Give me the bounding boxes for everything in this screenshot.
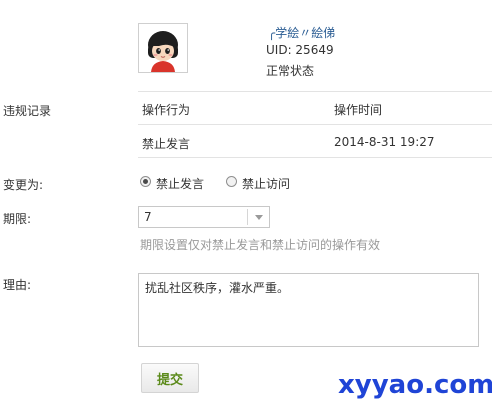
period-label: 期限:: [3, 212, 32, 226]
period-hint: 期限设置仅对禁止发言和禁止访问的操作有效: [140, 238, 381, 252]
submit-button[interactable]: 提交: [141, 363, 199, 393]
radio-ban-access[interactable]: [226, 176, 237, 187]
table-top-divider: [138, 91, 492, 92]
username-link[interactable]: ╭学絵〃絵俤: [268, 24, 335, 41]
column-header-time: 操作时间: [334, 103, 383, 117]
ban-user-form: ╭学絵〃絵俤 UID: 25649 正常状态 违规记录 操作行为 操作时间 禁止…: [0, 0, 492, 405]
select-divider: [247, 209, 248, 225]
table-bottom-divider: [138, 157, 492, 158]
radio-ban-speaking-label[interactable]: 禁止发言: [156, 175, 204, 192]
cartoon-girl-avatar-icon: [139, 24, 187, 72]
column-header-action: 操作行为: [142, 103, 191, 117]
reason-textarea[interactable]: 扰乱社区秩序，灌水严重。: [138, 273, 479, 347]
radio-ban-access-label[interactable]: 禁止访问: [242, 175, 290, 192]
radio-ban-speaking[interactable]: [140, 176, 151, 187]
period-select[interactable]: 7: [138, 206, 270, 228]
user-id: UID: 25649: [266, 43, 334, 57]
change-to-label: 变更为:: [3, 178, 44, 192]
table-header-divider: [138, 124, 492, 125]
user-avatar: [138, 23, 188, 73]
watermark: xyyao.com: [338, 370, 492, 400]
user-status: 正常状态: [266, 64, 315, 78]
violations-label: 违规记录: [3, 104, 52, 118]
period-select-value: 7: [144, 210, 152, 224]
chevron-down-icon[interactable]: [255, 215, 263, 220]
violation-action-cell: 禁止发言: [142, 137, 191, 151]
violation-time-cell: 2014-8-31 19:27: [334, 135, 435, 149]
reason-label: 理由:: [3, 278, 32, 292]
